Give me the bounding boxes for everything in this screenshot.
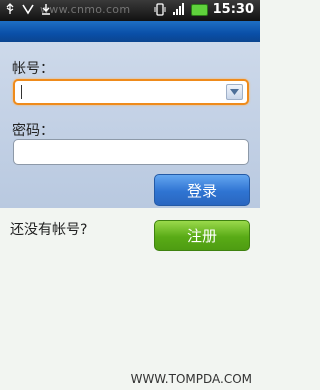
status-watermark: www.cnmo.com [40, 3, 131, 16]
account-field[interactable] [13, 79, 249, 105]
clock: 15:30 [212, 2, 254, 17]
account-input[interactable] [15, 81, 247, 104]
vibrate-icon [153, 3, 167, 17]
battery-icon [190, 3, 208, 16]
login-form: 帐号： 密码： 登录 [0, 42, 260, 208]
chevron-down-icon [230, 89, 239, 95]
signal-icon [172, 3, 186, 17]
text-cursor [21, 85, 22, 99]
title-bar [0, 21, 260, 42]
status-bar: www.cnmo.com 15:30 [0, 0, 260, 21]
footer-watermark: WWW.TOMPDA.COM [130, 372, 252, 386]
password-label: 密码： [12, 123, 54, 139]
account-dropdown-button[interactable] [226, 84, 243, 100]
system-icons: 15:30 [153, 2, 254, 17]
usb-icon [3, 2, 17, 16]
login-button[interactable]: 登录 [154, 174, 250, 206]
password-field[interactable] [13, 139, 249, 165]
register-button[interactable]: 注册 [154, 220, 250, 251]
account-label: 帐号： [12, 61, 54, 77]
notification-icon [21, 2, 35, 16]
password-input[interactable] [14, 140, 248, 164]
no-account-prompt: 还没有帐号? [10, 222, 88, 238]
